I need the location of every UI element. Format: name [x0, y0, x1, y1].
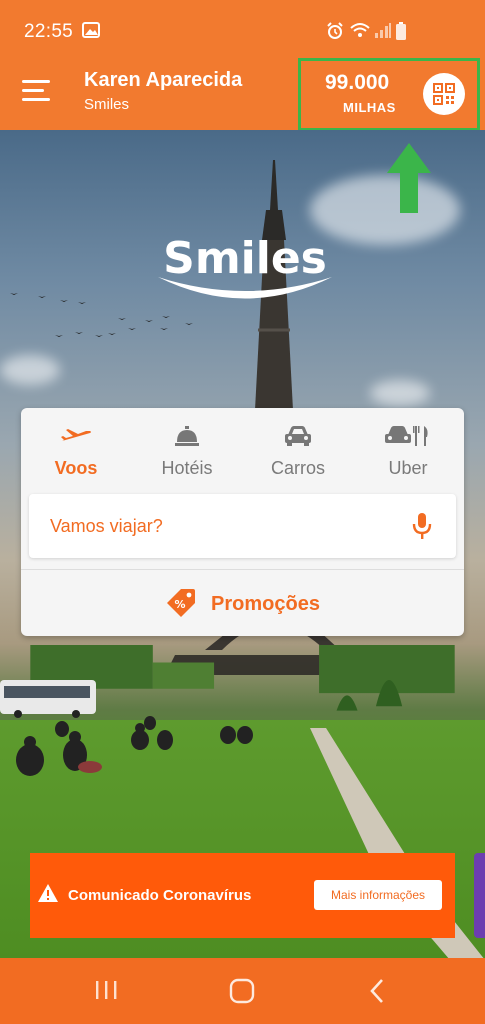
alarm-icon [326, 22, 344, 45]
side-tab-handle[interactable] [474, 853, 485, 938]
tab-carros[interactable]: Carros [253, 422, 343, 479]
tab-carros-label: Carros [270, 458, 325, 478]
search-input[interactable]: Vamos viajar? [29, 494, 456, 558]
status-bar: 22:55 [0, 0, 485, 58]
people-on-lawn-image [16, 716, 253, 776]
price-tag-icon: % [165, 587, 197, 622]
green-up-arrow [387, 143, 431, 213]
svg-text:Smiles: Smiles [163, 233, 327, 284]
search-placeholder: Vamos viajar? [50, 516, 163, 536]
hamburger-menu-icon[interactable] [22, 80, 50, 104]
promotions-button[interactable]: % Promoções [21, 584, 464, 624]
status-time: 22:55 [24, 21, 74, 42]
miles-balance-button[interactable]: 99.000 MILHAS [298, 58, 480, 131]
svg-text:%: % [175, 598, 186, 611]
plane-icon [31, 422, 121, 450]
qr-code-icon[interactable] [423, 73, 465, 115]
signal-icon [374, 22, 392, 43]
user-subtitle: Smiles [84, 96, 130, 113]
back-icon[interactable] [368, 978, 386, 1009]
hotel-bell-icon [142, 422, 232, 450]
smiles-logo: Smiles [158, 233, 332, 299]
user-name: Karen Aparecida [84, 69, 243, 91]
tab-voos[interactable]: Voos [31, 422, 121, 479]
system-navigation-bar [0, 958, 485, 1024]
banner-text: Comunicado Coronavírus [68, 887, 252, 904]
car-dining-icon [363, 422, 453, 450]
tab-hoteis[interactable]: Hotéis [142, 422, 232, 479]
microphone-icon[interactable] [412, 512, 432, 545]
booking-card: Voos Hotéis Carros Uber Vamos viajar? % … [21, 408, 464, 636]
battery-icon [396, 22, 406, 45]
tab-voos-label: Voos [54, 458, 98, 478]
coronavirus-banner[interactable]: Comunicado Coronavírus Mais informações [30, 853, 455, 938]
app-header: Karen Aparecida Smiles 99.000 MILHAS [0, 58, 485, 131]
card-divider [21, 569, 464, 570]
miles-label: MILHAS [343, 100, 396, 115]
miles-value: 99.000 [325, 71, 390, 94]
warning-icon [38, 884, 58, 907]
more-info-button[interactable]: Mais informações [314, 880, 442, 910]
image-icon [82, 22, 100, 43]
tab-uber-label: Uber [388, 458, 428, 478]
bus-image [0, 680, 96, 718]
recent-apps-icon[interactable] [94, 978, 118, 1007]
home-icon[interactable] [229, 978, 255, 1009]
tab-hoteis-label: Hotéis [161, 458, 213, 478]
promotions-label: Promoções [211, 592, 320, 615]
tab-uber[interactable]: Uber [363, 422, 453, 479]
car-icon [253, 422, 343, 450]
wifi-icon [350, 22, 370, 43]
